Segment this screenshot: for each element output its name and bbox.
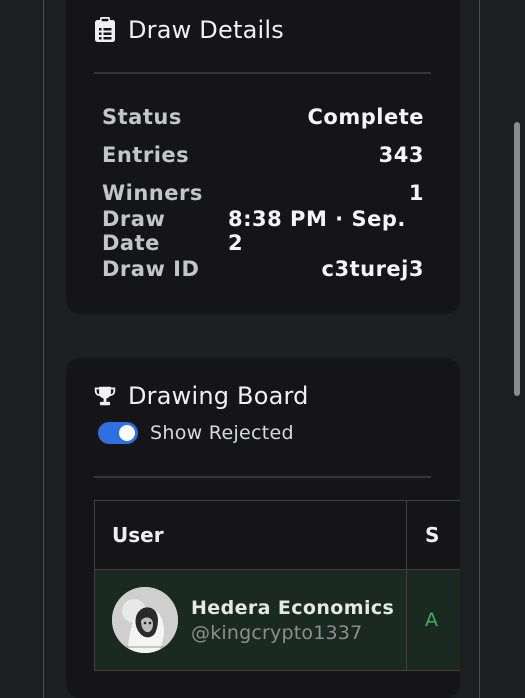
detail-label: Draw ID bbox=[102, 257, 200, 281]
table-row[interactable]: Hedera Economics @kingcrypto1337 A bbox=[95, 570, 460, 671]
draw-details-title: Draw Details bbox=[128, 16, 284, 44]
show-rejected-label[interactable]: Show Rejected bbox=[150, 422, 294, 444]
drawing-board-header: Drawing Board bbox=[94, 382, 309, 410]
drawing-board-card: Drawing Board Show Rejected User S Heder… bbox=[66, 358, 460, 698]
detail-list: Status Complete Entries 343 Winners 1 Dr… bbox=[102, 98, 424, 288]
entries-table: User S Hedera Economics @kingcrypto1337 … bbox=[94, 500, 460, 671]
scrollbar-thumb[interactable] bbox=[514, 122, 520, 396]
detail-label: Draw Date bbox=[102, 207, 166, 255]
divider bbox=[94, 476, 431, 478]
detail-row-entries: Entries 343 bbox=[102, 136, 424, 174]
toggle-knob bbox=[119, 425, 135, 441]
detail-value: 343 bbox=[378, 143, 424, 167]
detail-value: Complete bbox=[307, 105, 424, 129]
detail-row-draw-date: Draw Date 8:38 PM · Sep. 2 bbox=[102, 207, 424, 255]
column-header-user[interactable]: User bbox=[95, 501, 407, 569]
detail-row-draw-id: Draw ID c3turej3 bbox=[102, 250, 424, 288]
user-display-name[interactable]: Hedera Economics bbox=[191, 597, 394, 619]
user-handle[interactable]: @kingcrypto1337 bbox=[191, 622, 394, 644]
drawing-board-title: Drawing Board bbox=[128, 382, 309, 410]
column-header-status[interactable]: S bbox=[407, 501, 460, 569]
show-rejected-toggle[interactable] bbox=[98, 422, 138, 444]
trophy-icon bbox=[94, 383, 116, 409]
show-rejected-row: Show Rejected bbox=[98, 422, 294, 444]
detail-value: 1 bbox=[408, 181, 424, 205]
status-cell: A bbox=[425, 609, 438, 631]
user-info: Hedera Economics @kingcrypto1337 bbox=[191, 597, 394, 644]
user-cell: Hedera Economics @kingcrypto1337 bbox=[95, 570, 407, 670]
detail-value: 8:38 PM · Sep. 2 bbox=[228, 207, 406, 255]
avatar[interactable] bbox=[112, 587, 178, 653]
detail-label: Entries bbox=[102, 143, 190, 167]
clipboard-icon bbox=[94, 17, 116, 43]
draw-details-card: Draw Details Status Complete Entries 343… bbox=[66, 0, 460, 314]
detail-row-status: Status Complete bbox=[102, 98, 424, 136]
detail-label: Status bbox=[102, 105, 182, 129]
table-header: User S bbox=[95, 501, 460, 570]
detail-label: Winners bbox=[102, 181, 203, 205]
detail-value[interactable]: c3turej3 bbox=[322, 257, 424, 281]
scrollbar[interactable] bbox=[510, 0, 525, 680]
draw-details-header: Draw Details bbox=[94, 16, 284, 44]
divider bbox=[94, 72, 431, 74]
